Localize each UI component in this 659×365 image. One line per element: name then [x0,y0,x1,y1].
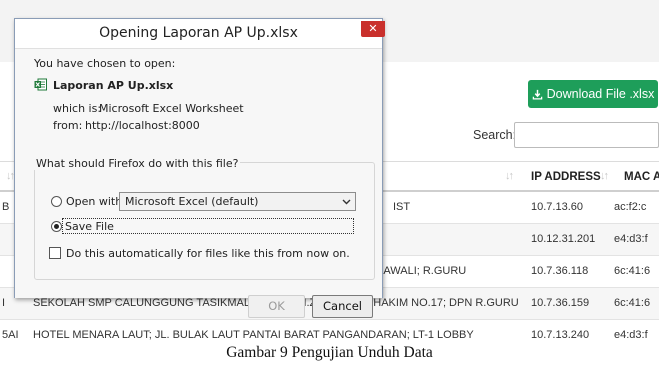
cell-prefix: 5AI [2,329,19,340]
figure-caption: Gambar 9 Pengujian Unduh Data [226,344,433,361]
cell-ip-address: 10.7.13.240 [531,329,590,340]
auto-action-label[interactable]: Do this automatically for files like thi… [66,247,350,260]
dialog-body: You have chosen to open: Laporan AP Up.x… [15,48,382,318]
cell-prefix: I [2,297,6,309]
column-header-ip-address[interactable]: IP ADDRESS [531,171,601,183]
cell-ip-address: 10.7.36.118 [531,265,589,277]
auto-action-checkbox[interactable] [49,247,61,259]
cell-ip-address: 10.7.36.159 [531,297,590,309]
download-xlsx-button[interactable]: Download File .xlsx [528,80,658,108]
close-button[interactable]: ✕ [361,21,385,37]
cell-ip-address: 10.12.31.201 [531,233,596,245]
application-select[interactable]: Microsoft Excel (default) [119,192,356,211]
cell-description: KAWALI; R.GURU [376,265,467,277]
source-url: http://localhost:8000 [85,119,200,132]
dialog-title: Opening Laporan AP Up.xlsx [99,25,298,41]
open-with-radio[interactable] [51,196,62,207]
ok-button[interactable]: OK [248,295,305,318]
save-file-label[interactable]: Save File [65,220,114,233]
chevron-down-icon [342,199,351,205]
firefox-question: What should Firefox do with this file? [34,157,241,170]
file-type-value: Microsoft Excel Worksheet [99,102,244,115]
search-input[interactable] [514,122,659,148]
download-icon [532,89,542,100]
cell-prefix: B [2,201,10,213]
chosen-to-open-text: You have chosen to open: [34,57,176,70]
cell-description: IST [393,201,411,213]
cell-description: HOTEL MENARA LAUT; JL. BULAK LAUT PANTAI… [33,329,474,340]
sort-icon[interactable]: ↓↑ [6,170,15,182]
cell-mac-address: e4:d3:f [614,329,648,340]
application-select-value: Microsoft Excel (default) [125,195,259,208]
sort-icon[interactable]: ↓↑ [505,170,514,182]
from-label: from: [53,119,83,132]
search-label: Search: [473,128,517,142]
cell-mac-address: e4:d3:f [614,233,648,245]
excel-file-icon [34,78,47,91]
dialog-titlebar[interactable]: Opening Laporan AP Up.xlsx [15,19,382,48]
cell-mac-address: 6c:41:6 [614,265,651,277]
cell-mac-address: 6c:41:6 [614,297,651,309]
column-header-mac-address[interactable]: MAC A [624,171,659,183]
cell-ip-address: 10.7.13.60 [531,201,583,213]
open-with-label[interactable]: Open with [66,195,122,208]
sort-icon[interactable]: ↓↑ [600,170,609,182]
save-file-radio[interactable] [51,221,62,232]
which-is-label: which is: [53,102,102,115]
table-row[interactable]: 5AI HOTEL MENARA LAUT; JL. BULAK LAUT PA… [0,320,659,340]
file-name: Laporan AP Up.xlsx [53,79,174,92]
open-file-dialog: Opening Laporan AP Up.xlsx ✕ You have ch… [14,18,385,318]
close-icon: ✕ [368,23,378,35]
cancel-button[interactable]: Cancel [312,295,373,318]
cell-mac-address: ac:f2:c [614,201,647,213]
download-button-label: Download File .xlsx [546,87,655,101]
